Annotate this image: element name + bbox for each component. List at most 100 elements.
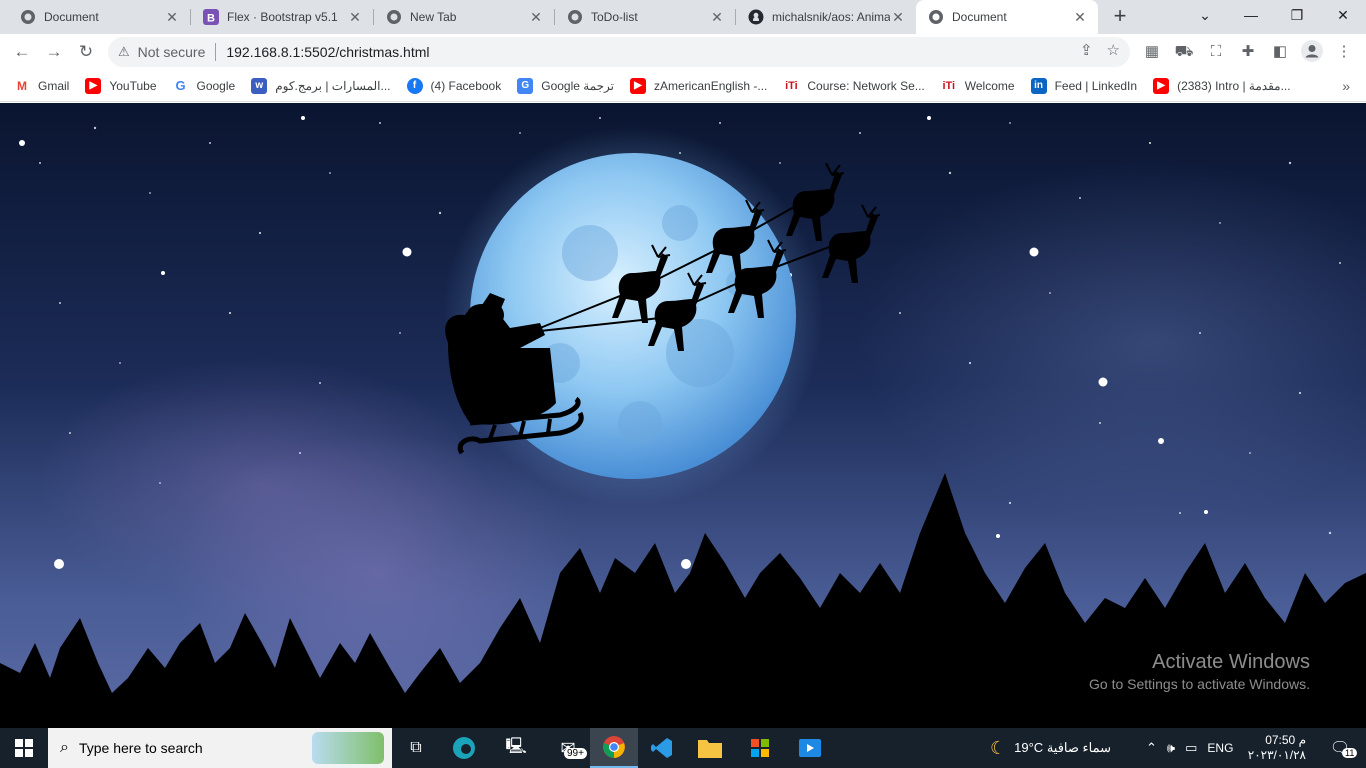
windows-logo-icon bbox=[15, 739, 33, 757]
qr-code-icon[interactable]: ▦ bbox=[1140, 40, 1164, 64]
show-hidden-icons-chevron-icon[interactable]: ⌃ bbox=[1146, 740, 1157, 756]
bookmark-label: Course: Network Se... bbox=[807, 78, 925, 93]
gmail-icon: M bbox=[14, 77, 30, 94]
search-placeholder[interactable]: Type here to search bbox=[79, 740, 203, 756]
warning-icon[interactable]: ⚠ bbox=[118, 44, 130, 60]
moon-weather-icon: ☾ bbox=[990, 737, 1007, 758]
bookmark-youtube[interactable]: ▶ YouTube bbox=[85, 77, 157, 94]
close-icon[interactable]: ✕ bbox=[528, 9, 544, 26]
reload-button[interactable]: ↻ bbox=[72, 38, 100, 66]
task-view-icon[interactable]: ⧉ bbox=[392, 728, 440, 768]
file-explorer-icon[interactable] bbox=[686, 728, 734, 768]
url-text[interactable]: 192.168.8.1:5502/christmas.html bbox=[226, 44, 429, 60]
security-label[interactable]: Not secure bbox=[138, 44, 206, 60]
bookmark-linkedin[interactable]: in Feed | LinkedIn bbox=[1030, 77, 1138, 94]
reading-mode-icon[interactable]: ⛟ bbox=[1172, 40, 1196, 64]
weather-widget[interactable]: ☾ 19°C سماء صافية bbox=[990, 728, 1111, 768]
profile-avatar-icon[interactable] bbox=[1300, 40, 1324, 64]
svg-text:B: B bbox=[207, 13, 215, 25]
notification-center-button[interactable]: 🗨 11 bbox=[1320, 728, 1360, 768]
side-panel-icon[interactable]: ◧ bbox=[1268, 40, 1292, 64]
bookmark-label: Feed | LinkedIn bbox=[1054, 78, 1138, 93]
youtube-icon: ▶ bbox=[1153, 77, 1170, 94]
bookmark-course-network[interactable]: iTi Course: Network Se... bbox=[783, 77, 925, 94]
bookmark-welcome[interactable]: iTi Welcome bbox=[940, 77, 1015, 94]
share-icon[interactable]: ⇪ bbox=[1080, 41, 1093, 59]
close-window-button[interactable]: ✕ bbox=[1320, 0, 1366, 30]
edge-browser-icon[interactable] bbox=[440, 728, 488, 768]
tab-2[interactable]: B Flex · Bootstrap v5.1 ✕ bbox=[191, 0, 373, 34]
globe-icon bbox=[20, 9, 36, 25]
tab-title: Document bbox=[44, 10, 99, 24]
bookmark-translate[interactable]: G Google ترجمة bbox=[517, 77, 614, 94]
tab-title: Document bbox=[952, 10, 1007, 24]
night-sky-illustration bbox=[0, 116, 1366, 728]
globe-icon bbox=[928, 9, 944, 25]
close-icon[interactable]: ✕ bbox=[164, 9, 180, 26]
weather-text: 19°C سماء صافية bbox=[1014, 740, 1112, 755]
windows-taskbar: ⌕ Type here to search ⧉ 🖳 ✉ 99+ ☾ 19°C س… bbox=[0, 728, 1366, 768]
bookmark-site-icon: w bbox=[251, 77, 268, 94]
bookmark-label: Welcome bbox=[964, 78, 1015, 93]
forward-button[interactable]: → bbox=[40, 38, 68, 66]
bookmark-facebook[interactable]: f (4) Facebook bbox=[406, 77, 501, 94]
christmas-scene: Activate Windows Go to Settings to activ… bbox=[0, 103, 1366, 728]
tab-title: michalsnik/aos: Anima bbox=[772, 10, 890, 24]
clock[interactable]: 07:50 م ٢٠٢٣/٠١/٢٨ bbox=[1248, 728, 1306, 768]
minimize-button[interactable]: — bbox=[1228, 0, 1274, 30]
extensions-puzzle-icon[interactable]: ✚ bbox=[1236, 40, 1260, 64]
close-icon[interactable]: ✕ bbox=[709, 9, 725, 26]
restore-button[interactable]: ❐ bbox=[1274, 0, 1320, 30]
clock-date: ٢٠٢٣/٠١/٢٨ bbox=[1247, 748, 1306, 762]
windows-start-button[interactable] bbox=[0, 728, 48, 768]
network-computer-icon[interactable]: 🖳 bbox=[492, 728, 540, 768]
bookmark-google[interactable]: G Google bbox=[172, 77, 235, 94]
video-editor-icon[interactable] bbox=[786, 728, 834, 768]
notification-count: 11 bbox=[1342, 748, 1358, 758]
tab-6-active[interactable]: Document ✕ bbox=[916, 0, 1098, 34]
language-indicator[interactable]: ENG bbox=[1207, 741, 1233, 755]
tab-5[interactable]: michalsnik/aos: Anima ✕ bbox=[736, 0, 916, 34]
new-tab-button[interactable]: + bbox=[1108, 5, 1132, 29]
tab-1[interactable]: Document ✕ bbox=[8, 0, 190, 34]
iti-icon: iTi bbox=[940, 77, 957, 94]
tab-title: New Tab bbox=[410, 10, 457, 24]
vscode-icon[interactable] bbox=[638, 728, 686, 768]
bootstrap-icon: B bbox=[203, 9, 219, 25]
globe-icon bbox=[567, 9, 583, 25]
taskbar-search-box[interactable]: ⌕ Type here to search bbox=[48, 728, 392, 768]
bookmark-intro-video[interactable]: ▶ (2383) Intro | مقدمة... bbox=[1153, 77, 1291, 94]
bookmark-barmej[interactable]: w المسارات | برمج.كوم... bbox=[251, 77, 391, 94]
search-highlight-image-icon bbox=[312, 732, 384, 764]
google-icon: G bbox=[172, 77, 189, 94]
divider bbox=[215, 43, 217, 61]
clock-time: 07:50 م bbox=[1265, 733, 1306, 747]
linkedin-icon: in bbox=[1030, 77, 1047, 94]
bookmark-gmail[interactable]: M Gmail bbox=[14, 77, 70, 94]
kebab-menu-icon[interactable]: ⋮ bbox=[1332, 40, 1356, 64]
mail-icon[interactable]: ✉ 99+ bbox=[544, 728, 592, 768]
close-icon[interactable]: ✕ bbox=[890, 9, 906, 26]
close-icon[interactable]: ✕ bbox=[347, 9, 363, 26]
bookmarks-bar: M Gmail ▶ YouTube G Google w المسارات | برمج… bbox=[0, 70, 1366, 102]
bookmark-label: YouTube bbox=[109, 78, 157, 93]
microsoft-store-icon[interactable] bbox=[736, 728, 784, 768]
youtube-icon: ▶ bbox=[630, 77, 647, 94]
tab-4[interactable]: ToDo-list ✕ bbox=[555, 0, 735, 34]
network-icon[interactable]: ▭ bbox=[1185, 740, 1197, 756]
more-bookmarks-chevron-icon[interactable]: » bbox=[1342, 78, 1350, 94]
activate-windows-subtitle: Go to Settings to activate Windows. bbox=[1089, 676, 1310, 692]
tab-search-icon[interactable]: ⌄ bbox=[1182, 0, 1228, 30]
bookmark-zamericanenglish[interactable]: ▶ zAmericanEnglish -... bbox=[630, 77, 767, 94]
address-bar[interactable]: ⚠ Not secure 192.168.8.1:5502/christmas.… bbox=[108, 37, 1130, 67]
tab-3[interactable]: New Tab ✕ bbox=[374, 0, 554, 34]
bookmark-label: Gmail bbox=[38, 78, 70, 93]
translate-icon: G bbox=[517, 77, 534, 94]
close-icon[interactable]: ✕ bbox=[1072, 9, 1088, 26]
back-button[interactable]: ← bbox=[8, 38, 36, 66]
volume-icon[interactable]: 🕪 bbox=[1167, 740, 1175, 756]
facebook-icon: f bbox=[406, 77, 423, 94]
screenshot-icon[interactable]: ⛶ bbox=[1204, 40, 1228, 64]
chrome-taskbar-icon[interactable] bbox=[590, 728, 638, 768]
bookmark-star-icon[interactable]: ☆ bbox=[1107, 41, 1120, 59]
